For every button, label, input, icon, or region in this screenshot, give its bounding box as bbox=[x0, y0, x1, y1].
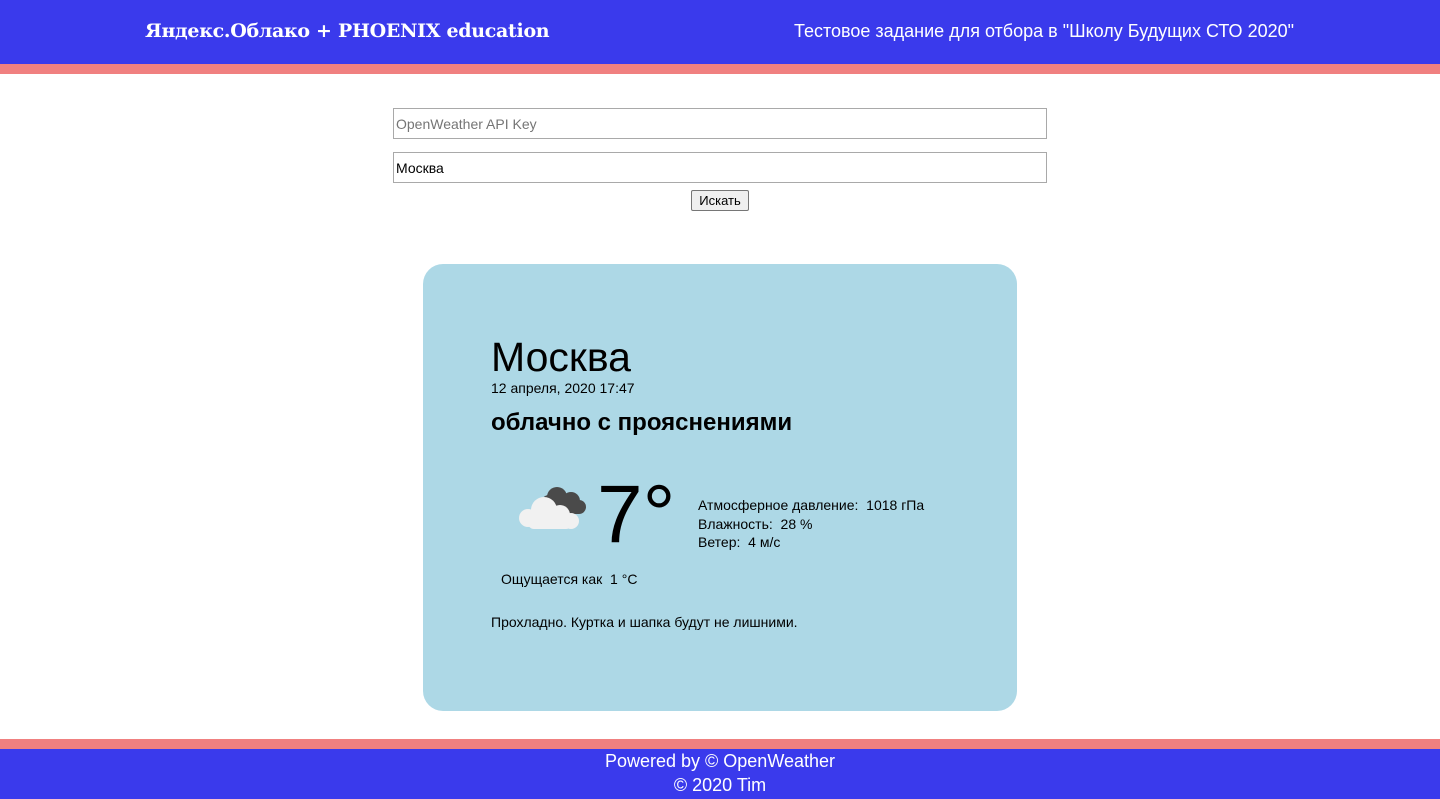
city-name: Москва bbox=[491, 334, 631, 380]
site-footer: Powered by © OpenWeather © 2020 Tim bbox=[0, 739, 1440, 799]
clothing-advice: Прохладно. Куртка и шапка будут не лишни… bbox=[491, 614, 798, 630]
city-input[interactable] bbox=[393, 152, 1047, 183]
site-header: Яндекс.Облако + PHOENIX education Тестов… bbox=[0, 0, 1440, 74]
search-form: Искать bbox=[393, 108, 1047, 211]
weather-details: Атмосферное давление: 1018 гПа Влажность… bbox=[698, 496, 924, 552]
weather-description: облачно с прояснениями bbox=[491, 409, 793, 436]
partly-cloudy-icon bbox=[519, 487, 586, 529]
api-key-input[interactable] bbox=[393, 108, 1047, 139]
weather-datetime: 12 апреля, 2020 17:47 bbox=[491, 380, 635, 396]
site-logo: Яндекс.Облако + PHOENIX education bbox=[145, 20, 550, 42]
copyright-text: © 2020 Tim bbox=[673, 775, 767, 795]
humidity-row: Влажность: 28 % bbox=[698, 515, 813, 532]
weather-card: Москва 12 апреля, 2020 17:47 облачно с п… bbox=[423, 264, 1017, 711]
pressure-row: Атмосферное давление: 1018 гПа bbox=[698, 497, 925, 513]
powered-by-text: Powered by © OpenWeather bbox=[604, 751, 836, 771]
wind-row: Ветер: 4 м/с bbox=[698, 534, 781, 550]
temperature-value: 7° bbox=[597, 469, 676, 560]
header-subtitle: Тестовое задание для отбора в "Школу Буд… bbox=[793, 21, 1294, 41]
search-button[interactable]: Искать bbox=[691, 190, 749, 211]
feels-like-row: Ощущается как 1 °C bbox=[501, 571, 638, 587]
